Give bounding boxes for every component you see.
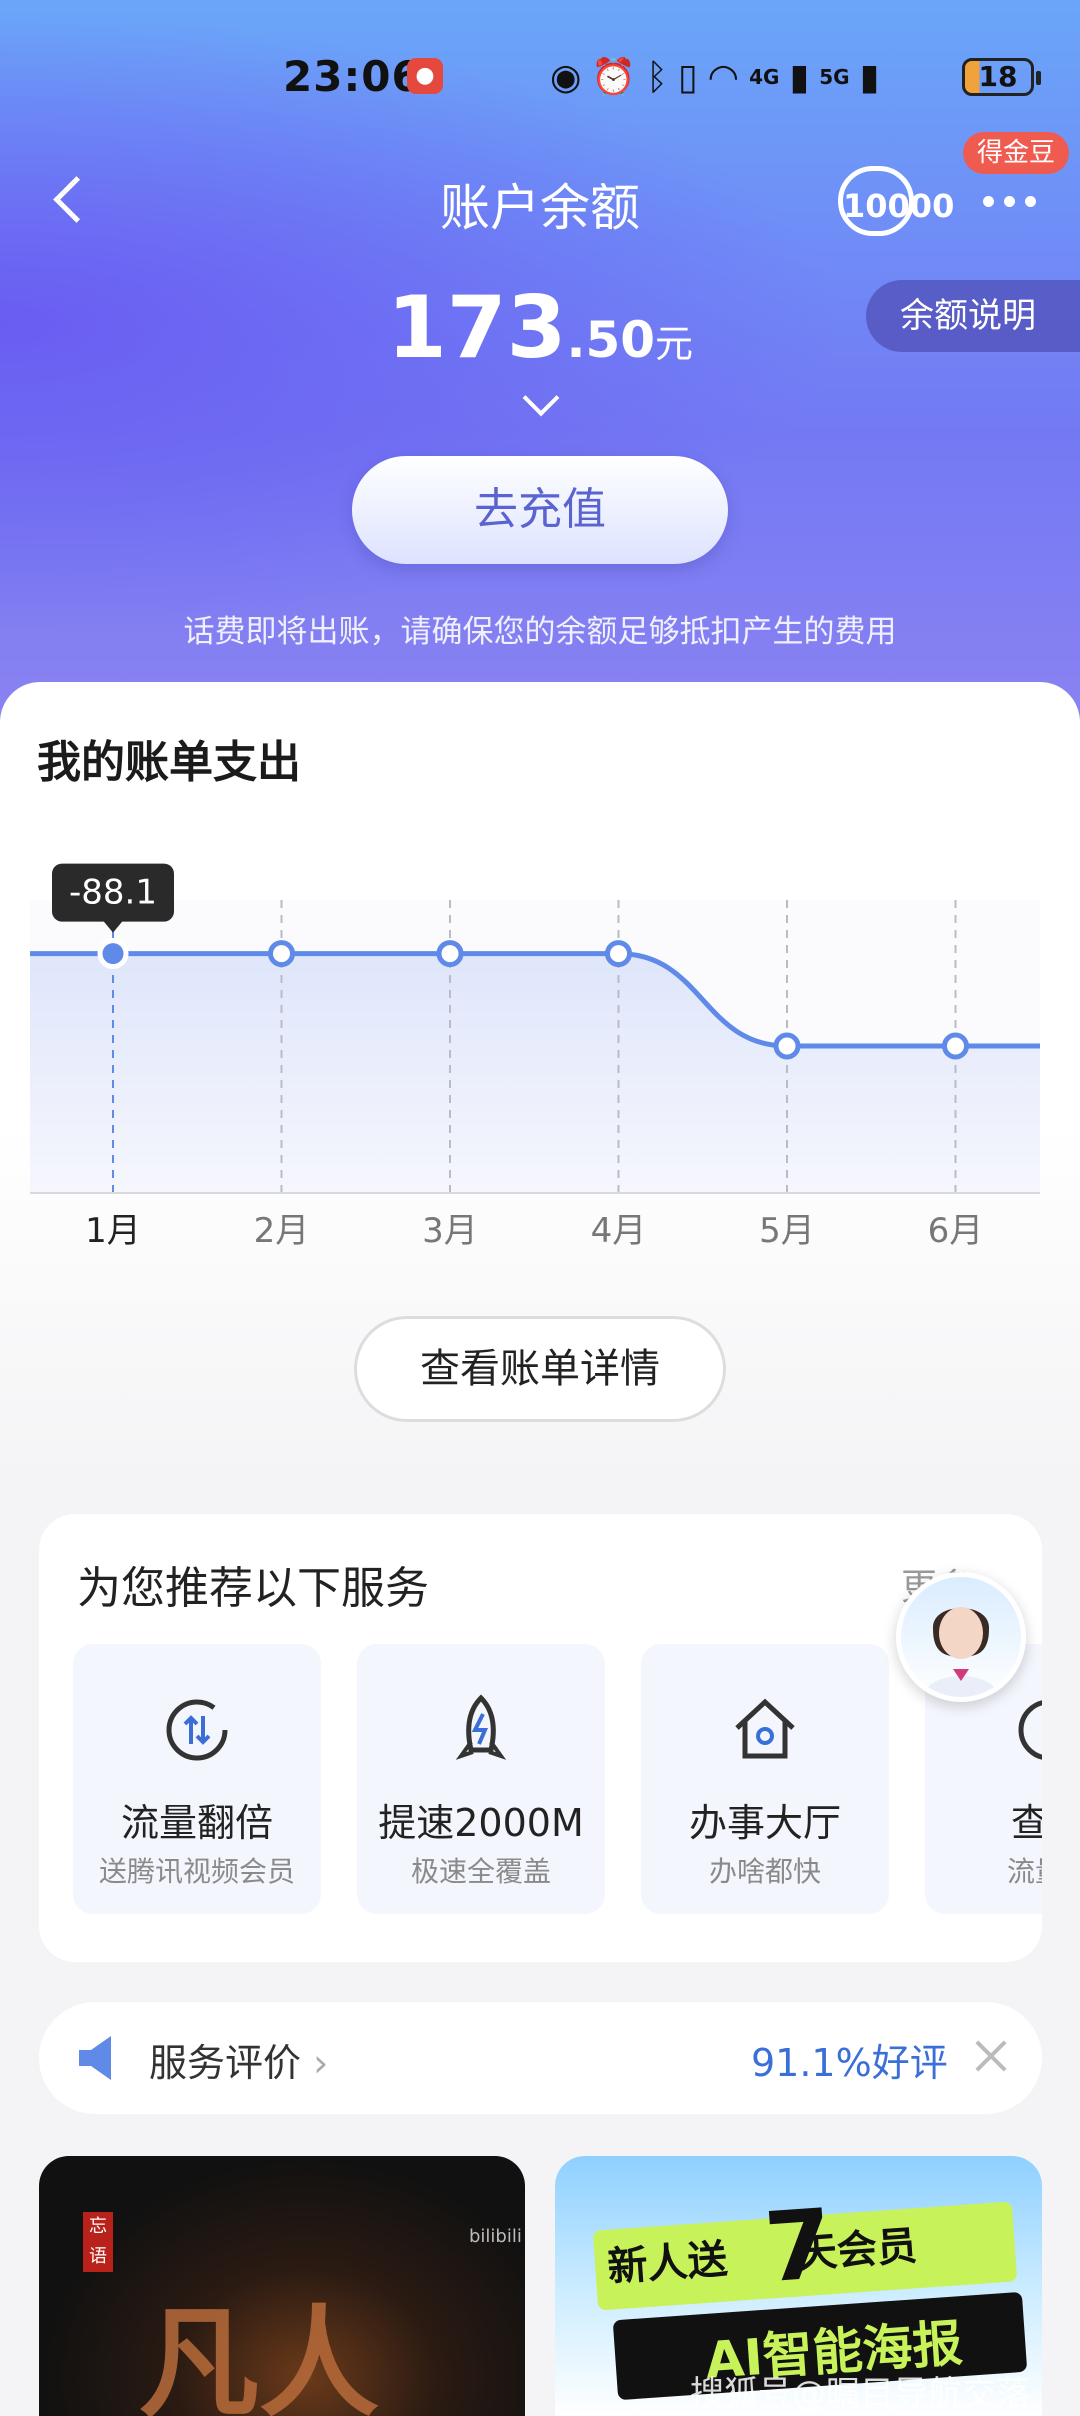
bill-section-title: 我的账单支出: [37, 737, 301, 788]
close-icon[interactable]: [971, 2036, 1011, 2076]
billing-notice: 话费即将出账，请确保您的余额足够抵扣产生的费用: [183, 614, 897, 650]
gold-bean-badge[interactable]: 得金豆: [963, 132, 1070, 174]
status-icons: ◉ ⏰ ᛒ ▯ ◠ 4G ▮ 5G ▮: [550, 56, 880, 99]
service-tile-speed[interactable]: 提速2000M 极速全覆盖: [357, 1644, 605, 1914]
evaluation-label-text: 服务评价: [149, 2041, 302, 2085]
tile-name: 流量翻倍: [120, 1801, 273, 1845]
chart-point: [268, 940, 295, 968]
banner-seal: 忘语: [83, 2212, 113, 2272]
tile-name: 查询: [1010, 1801, 1042, 1845]
banner-left[interactable]: 忘语 bilibili 凡人: [39, 2156, 525, 2416]
vibrate-icon: ▯: [677, 56, 698, 98]
recording-icon: ●: [407, 58, 443, 94]
service-evaluation-bar[interactable]: 服务评价 › 91.1%好评: [39, 2002, 1042, 2114]
chart-tick-label: 4月: [591, 1211, 647, 1251]
bilibili-logo: bilibili: [469, 2226, 522, 2247]
data-swap-icon: [166, 1699, 228, 1761]
eye-icon: ◉: [550, 56, 582, 98]
speaker-icon: [79, 2036, 111, 2080]
banner-calligraphy: 凡人: [139, 2295, 379, 2416]
assistant-avatar[interactable]: [896, 1572, 1026, 1702]
recharge-button[interactable]: 去充值: [352, 456, 728, 564]
balance-integer: 173: [386, 278, 567, 378]
tile-sub: 流量清: [1006, 1855, 1042, 1888]
wifi-icon: ◠: [707, 56, 740, 98]
tile-sub: 送腾讯视频会员: [98, 1855, 295, 1888]
tile-sub: 极速全覆盖: [410, 1855, 551, 1888]
home-icon: [735, 1698, 795, 1759]
recommend-title: 为您推荐以下服务: [77, 1563, 429, 1614]
chart-point: [97, 938, 129, 970]
recommend-tiles: 流量翻倍 送腾讯视频会员 提速2000M 极速全覆盖 办事大厅 办啥都快 查询 …: [73, 1644, 1042, 1914]
chart-tick-label: 3月: [422, 1211, 478, 1251]
tile-sub: 办啥都快: [708, 1855, 821, 1888]
assistant-portrait-icon: [923, 1607, 999, 1697]
chart-tick-label: 2月: [254, 1211, 310, 1251]
chart-tick-label: 6月: [928, 1211, 984, 1251]
signal-5g: 5G: [819, 65, 850, 89]
chart-point: [436, 940, 464, 968]
balance-unit: 元: [655, 322, 694, 366]
signal-bars-icon: ▮: [859, 56, 880, 98]
battery-indicator: 18: [962, 58, 1041, 96]
balance-decimal: .50: [566, 311, 656, 369]
service-tile-data-double[interactable]: 流量翻倍 送腾讯视频会员: [73, 1644, 321, 1914]
more-options-button[interactable]: [983, 196, 1043, 208]
recommend-card: 为您推荐以下服务 更多 › 流量翻倍 送腾讯视频会员 提速2000M 极速全覆盖…: [39, 1514, 1042, 1962]
chevron-down-icon[interactable]: [522, 385, 558, 421]
tile-name: 提速2000M: [378, 1801, 584, 1845]
banner-seven: 7: [761, 2187, 836, 2305]
bill-chart[interactable]: 1月 2月 3月 4月 5月 6月 -88.1: [0, 800, 1080, 1260]
status-time: 23:06: [283, 52, 422, 101]
evaluation-rate: 91.1%好评: [751, 2041, 948, 2085]
query-icon: [1018, 1700, 1042, 1760]
chart-tick-label: 1月: [85, 1211, 141, 1251]
balance-amount: 173.50元: [0, 278, 1080, 378]
signal-bars-icon: ▮: [789, 56, 810, 98]
view-bill-detail-button[interactable]: 查看账单详情: [354, 1316, 726, 1422]
signal-4g: 4G: [749, 65, 780, 89]
rocket-icon: [455, 1694, 507, 1760]
watermark: 搜狐号@瞩目导航交落: [690, 2374, 1030, 2414]
chart-point: [942, 1032, 969, 1060]
chart-tooltip-label: -88.1: [69, 873, 157, 913]
chart-tick-label: 5月: [759, 1211, 815, 1251]
tile-name: 办事大厅: [688, 1801, 841, 1845]
chart-point: [605, 940, 632, 968]
bluetooth-icon: ᛒ: [646, 56, 668, 98]
evaluation-label: 服务评价 ›: [149, 2041, 329, 2085]
service-tile-hall[interactable]: 办事大厅 办啥都快: [641, 1644, 889, 1914]
status-bar: 23:06 ● ◉ ⏰ ᛒ ▯ ◠ 4G ▮ 5G ▮ 18: [0, 52, 1080, 108]
chart-point: [773, 1032, 801, 1060]
customer-service-icon[interactable]: 10000: [838, 166, 954, 236]
alarm-icon: ⏰: [591, 57, 637, 98]
